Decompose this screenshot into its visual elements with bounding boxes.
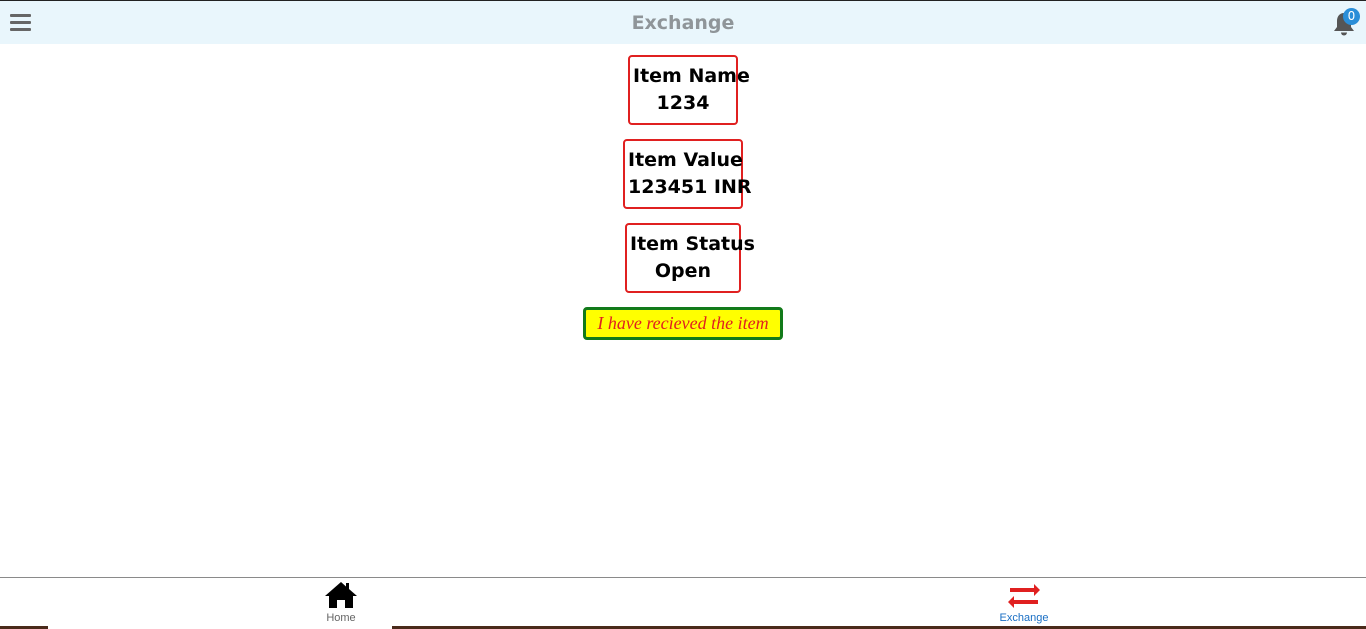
item-status-card: Item Status Open <box>625 223 755 293</box>
item-name-value: 1234 <box>656 92 710 114</box>
item-value-value: 123451 INR <box>628 176 752 198</box>
item-status-value: Open <box>654 260 712 282</box>
item-name-label: Item Name <box>633 65 750 87</box>
tab-exchange[interactable]: Exchange <box>964 578 1084 626</box>
page-title: Exchange <box>631 12 735 34</box>
item-status-label: Item Status <box>630 233 755 255</box>
notification-badge: 0 <box>1343 8 1360 25</box>
home-icon <box>324 580 358 614</box>
tab-home-label: Home <box>326 612 356 624</box>
tab-home[interactable]: Home <box>281 578 401 626</box>
item-name-card: Item Name 1234 <box>628 55 750 125</box>
item-received-button[interactable]: I have recieved the item <box>583 307 783 340</box>
item-value-card: Item Value 123451 INR <box>623 139 752 209</box>
tab-exchange-label: Exchange <box>999 612 1049 624</box>
bottom-nav: Home Exchange <box>0 577 1366 629</box>
item-value-label: Item Value <box>628 149 743 171</box>
app-header: Exchange 0 <box>0 0 1366 44</box>
exchange-arrows-icon <box>1007 580 1041 614</box>
